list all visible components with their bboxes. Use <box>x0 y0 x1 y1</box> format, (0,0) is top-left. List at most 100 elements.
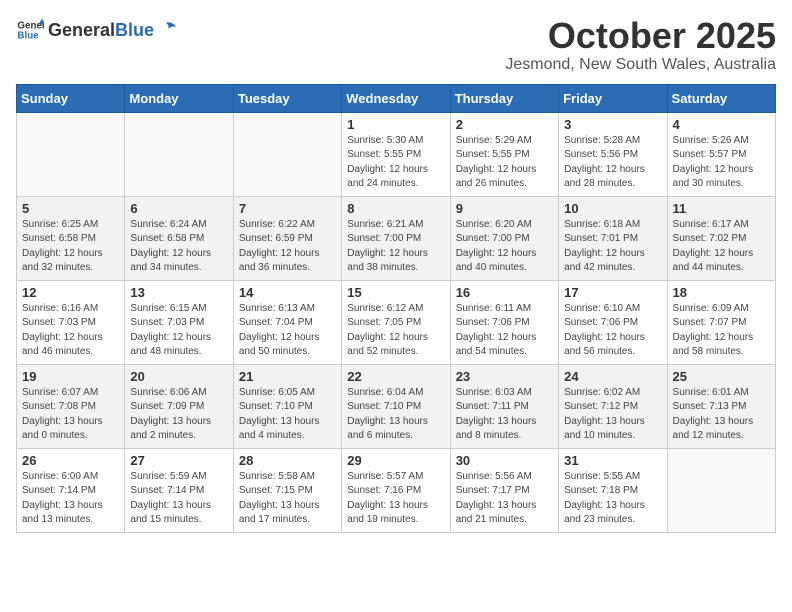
calendar-week-row: 26 Sunrise: 6:00 AM Sunset: 7:14 PM Dayli… <box>17 448 776 532</box>
day-info: Sunrise: 6:24 AM Sunset: 6:58 PM Dayligh… <box>130 218 227 276</box>
day-number: 26 <box>22 453 119 468</box>
day-info: Sunrise: 6:07 AM Sunset: 7:08 PM Dayligh… <box>22 386 119 444</box>
calendar-cell <box>17 112 125 196</box>
calendar-cell: 10Sunrise: 6:18 AM Sunset: 7:01 PM Dayli… <box>559 196 667 280</box>
calendar-cell: 20 Sunrise: 6:06 AM Sunset: 7:09 PM Dayli… <box>125 364 233 448</box>
day-info: Sunrise: 6:16 AM Sunset: 7:03 PM Dayligh… <box>22 302 119 360</box>
calendar-cell: 7 Sunrise: 6:22 AM Sunset: 6:59 PM Daylig… <box>233 196 341 280</box>
day-info: Sunrise: 5:30 AM Sunset: 5:55 PM Dayligh… <box>347 134 444 192</box>
day-info: Sunrise: 6:17 AM Sunset: 7:02 PM Dayligh… <box>673 218 770 276</box>
calendar-cell: 16Sunrise: 6:11 AM Sunset: 7:06 PM Dayli… <box>450 280 558 364</box>
calendar-cell: 17 Sunrise: 6:10 AM Sunset: 7:06 PM Dayli… <box>559 280 667 364</box>
day-number: 12 <box>22 285 119 300</box>
calendar-cell: 30Sunrise: 5:56 AM Sunset: 7:17 PM Dayli… <box>450 448 558 532</box>
day-number: 16 <box>456 285 553 300</box>
calendar-week-row: 5Sunrise: 6:25 AM Sunset: 6:58 PM Daylig… <box>17 196 776 280</box>
calendar-cell <box>125 112 233 196</box>
day-info: Sunrise: 6:02 AM Sunset: 7:12 PM Dayligh… <box>564 386 661 444</box>
day-info: Sunrise: 6:15 AM Sunset: 7:03 PM Dayligh… <box>130 302 227 360</box>
day-number: 15 <box>347 285 444 300</box>
day-number: 24 <box>564 369 661 384</box>
day-number: 27 <box>130 453 227 468</box>
day-info: Sunrise: 6:06 AM Sunset: 7:09 PM Dayligh… <box>130 386 227 444</box>
calendar-cell: 11 Sunrise: 6:17 AM Sunset: 7:02 PM Dayli… <box>667 196 775 280</box>
calendar-cell: 27 Sunrise: 5:59 AM Sunset: 7:14 PM Dayli… <box>125 448 233 532</box>
day-number: 5 <box>22 201 119 216</box>
day-info: Sunrise: 6:20 AM Sunset: 7:00 PM Dayligh… <box>456 218 553 276</box>
day-number: 23 <box>456 369 553 384</box>
day-number: 22 <box>347 369 444 384</box>
calendar-cell: 8 Sunrise: 6:21 AM Sunset: 7:00 PM Daylig… <box>342 196 450 280</box>
day-number: 19 <box>22 369 119 384</box>
day-info: Sunrise: 5:56 AM Sunset: 7:17 PM Dayligh… <box>456 470 553 528</box>
calendar-cell: 24 Sunrise: 6:02 AM Sunset: 7:12 PM Dayli… <box>559 364 667 448</box>
day-info: Sunrise: 5:59 AM Sunset: 7:14 PM Dayligh… <box>130 470 227 528</box>
logo-text-blue: Blue <box>115 20 154 41</box>
day-number: 21 <box>239 369 336 384</box>
day-info: Sunrise: 6:10 AM Sunset: 7:06 PM Dayligh… <box>564 302 661 360</box>
day-info: Sunrise: 6:09 AM Sunset: 7:07 PM Dayligh… <box>673 302 770 360</box>
day-info: Sunrise: 5:28 AM Sunset: 5:56 PM Dayligh… <box>564 134 661 192</box>
day-info: Sunrise: 6:13 AM Sunset: 7:04 PM Dayligh… <box>239 302 336 360</box>
calendar-cell: 18 Sunrise: 6:09 AM Sunset: 7:07 PM Dayli… <box>667 280 775 364</box>
day-info: Sunrise: 5:58 AM Sunset: 7:15 PM Dayligh… <box>239 470 336 528</box>
weekday-header: Wednesday <box>342 84 450 112</box>
day-number: 1 <box>347 117 444 132</box>
day-number: 25 <box>673 369 770 384</box>
month-title: October 2025 <box>505 16 776 56</box>
day-info: Sunrise: 6:22 AM Sunset: 6:59 PM Dayligh… <box>239 218 336 276</box>
svg-text:Blue: Blue <box>17 30 39 41</box>
day-number: 17 <box>564 285 661 300</box>
day-number: 4 <box>673 117 770 132</box>
calendar-cell: 21 Sunrise: 6:05 AM Sunset: 7:10 PM Dayli… <box>233 364 341 448</box>
day-number: 14 <box>239 285 336 300</box>
day-number: 18 <box>673 285 770 300</box>
weekday-header: Friday <box>559 84 667 112</box>
calendar-cell: 6 Sunrise: 6:24 AM Sunset: 6:58 PM Daylig… <box>125 196 233 280</box>
calendar-cell: 13 Sunrise: 6:15 AM Sunset: 7:03 PM Dayli… <box>125 280 233 364</box>
day-number: 9 <box>456 201 553 216</box>
day-number: 20 <box>130 369 227 384</box>
calendar-week-row: 1 Sunrise: 5:30 AM Sunset: 5:55 PM Daylig… <box>17 112 776 196</box>
calendar-cell: 15 Sunrise: 6:12 AM Sunset: 7:05 PM Dayli… <box>342 280 450 364</box>
weekday-header: Monday <box>125 84 233 112</box>
calendar-cell: 22 Sunrise: 6:04 AM Sunset: 7:10 PM Dayli… <box>342 364 450 448</box>
day-info: Sunrise: 5:29 AM Sunset: 5:55 PM Dayligh… <box>456 134 553 192</box>
day-number: 10 <box>564 201 661 216</box>
day-number: 13 <box>130 285 227 300</box>
day-info: Sunrise: 5:57 AM Sunset: 7:16 PM Dayligh… <box>347 470 444 528</box>
day-number: 2 <box>456 117 553 132</box>
day-number: 29 <box>347 453 444 468</box>
calendar-cell: 19 Sunrise: 6:07 AM Sunset: 7:08 PM Dayli… <box>17 364 125 448</box>
day-number: 3 <box>564 117 661 132</box>
day-number: 8 <box>347 201 444 216</box>
logo: General Blue GeneralBlue <box>16 16 176 44</box>
calendar-cell: 2 Sunrise: 5:29 AM Sunset: 5:55 PM Daylig… <box>450 112 558 196</box>
day-number: 11 <box>673 201 770 216</box>
calendar-cell: 1 Sunrise: 5:30 AM Sunset: 5:55 PM Daylig… <box>342 112 450 196</box>
day-info: Sunrise: 6:21 AM Sunset: 7:00 PM Dayligh… <box>347 218 444 276</box>
calendar-cell: 14 Sunrise: 6:13 AM Sunset: 7:04 PM Dayli… <box>233 280 341 364</box>
day-info: Sunrise: 6:05 AM Sunset: 7:10 PM Dayligh… <box>239 386 336 444</box>
day-number: 6 <box>130 201 227 216</box>
day-info: Sunrise: 6:04 AM Sunset: 7:10 PM Dayligh… <box>347 386 444 444</box>
day-info: Sunrise: 5:55 AM Sunset: 7:18 PM Dayligh… <box>564 470 661 528</box>
calendar-cell: 23Sunrise: 6:03 AM Sunset: 7:11 PM Dayli… <box>450 364 558 448</box>
location-title: Jesmond, New South Wales, Australia <box>505 56 776 74</box>
day-number: 31 <box>564 453 661 468</box>
logo-text-general: General <box>48 20 115 41</box>
calendar-cell <box>233 112 341 196</box>
logo-icon: General Blue <box>16 16 44 44</box>
weekday-header: Thursday <box>450 84 558 112</box>
weekday-header: Tuesday <box>233 84 341 112</box>
day-number: 7 <box>239 201 336 216</box>
page-header: General Blue GeneralBlue October 2025 Je… <box>16 16 776 74</box>
calendar-cell: 29 Sunrise: 5:57 AM Sunset: 7:16 PM Dayli… <box>342 448 450 532</box>
calendar-cell: 5Sunrise: 6:25 AM Sunset: 6:58 PM Daylig… <box>17 196 125 280</box>
day-info: Sunrise: 6:00 AM Sunset: 7:14 PM Dayligh… <box>22 470 119 528</box>
weekday-header: Saturday <box>667 84 775 112</box>
calendar-header-row: SundayMondayTuesdayWednesdayThursdayFrid… <box>17 84 776 112</box>
calendar-week-row: 12 Sunrise: 6:16 AM Sunset: 7:03 PM Dayli… <box>17 280 776 364</box>
day-info: Sunrise: 6:12 AM Sunset: 7:05 PM Dayligh… <box>347 302 444 360</box>
calendar-cell: 25Sunrise: 6:01 AM Sunset: 7:13 PM Dayli… <box>667 364 775 448</box>
